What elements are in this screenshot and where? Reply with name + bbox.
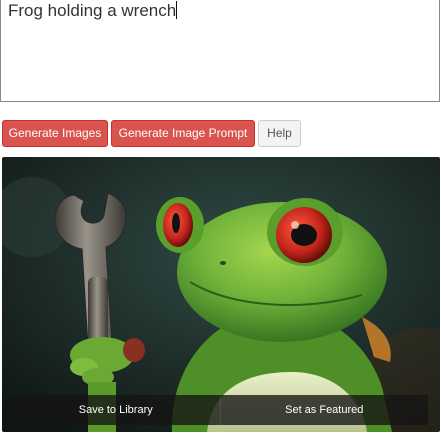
save-to-library-button[interactable]: Save to Library — [12, 395, 220, 425]
generated-image[interactable] — [2, 157, 440, 432]
help-button[interactable]: Help — [258, 120, 301, 147]
set-as-featured-button[interactable]: Set as Featured — [219, 395, 428, 425]
frog-wrench-image — [2, 157, 440, 432]
prompt-textarea[interactable]: Frog holding a wrench — [0, 0, 440, 102]
image-action-bar: Save to Library Set as Featured — [12, 395, 428, 425]
generate-image-prompt-button[interactable]: Generate Image Prompt — [111, 120, 255, 147]
prompt-text: Frog holding a wrench — [8, 1, 178, 20]
generate-images-button[interactable]: Generate Images — [2, 120, 108, 147]
text-caret — [176, 1, 178, 19]
